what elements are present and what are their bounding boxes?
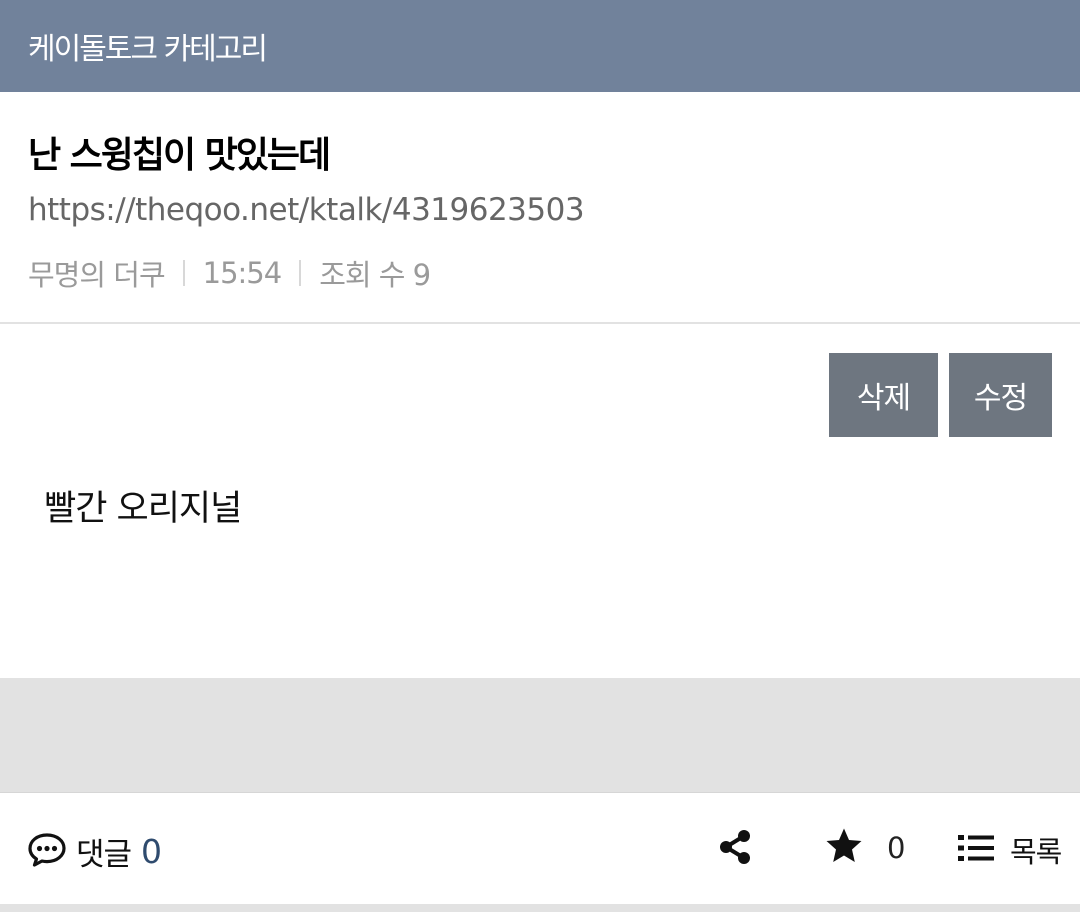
list-icon <box>958 833 994 867</box>
list-button[interactable]: 목록 <box>958 829 1062 871</box>
post-footer: 댓글 0 0 목록 <box>0 792 1080 905</box>
category-bar[interactable]: 케이돌토크 카테고리 <box>0 0 1080 92</box>
post-author: 무명의 더쿠 <box>28 258 166 292</box>
comments-count: 0 <box>141 832 163 871</box>
comments-button[interactable]: 댓글 0 <box>28 829 162 874</box>
post-views: 조회 수 9 <box>319 258 431 292</box>
meta-divider <box>299 260 302 286</box>
post-header: 난 스윙칩이 맛있는데 https://theqoo.net/ktalk/431… <box>0 92 1080 324</box>
meta-divider <box>182 260 185 286</box>
star-count: 0 <box>887 831 906 865</box>
category-title[interactable]: 케이돌토크 카테고리 <box>28 24 268 68</box>
share-icon <box>718 830 752 869</box>
share-button[interactable] <box>718 829 752 869</box>
post-title: 난 스윙칩이 맛있는데 <box>28 135 331 176</box>
post-url[interactable]: https://theqoo.net/ktalk/4319623503 <box>28 192 585 228</box>
delete-button[interactable]: 삭제 <box>829 353 938 437</box>
edit-button[interactable]: 수정 <box>949 353 1052 437</box>
star-icon <box>825 827 863 869</box>
speech-bubble-icon <box>28 832 66 871</box>
post-body: 빨간 오리지널 <box>44 489 242 529</box>
post-actions: 삭제 수정 <box>829 353 1052 437</box>
post-time: 15:54 <box>202 256 283 290</box>
favorite-button[interactable]: 0 <box>825 827 905 869</box>
post-meta: 무명의 더쿠 15:54 조회 수 9 <box>28 252 431 294</box>
bottom-divider <box>0 904 1080 912</box>
comments-label: 댓글 <box>76 837 132 873</box>
list-label: 목록 <box>1010 835 1062 869</box>
content-separator <box>0 678 1080 792</box>
